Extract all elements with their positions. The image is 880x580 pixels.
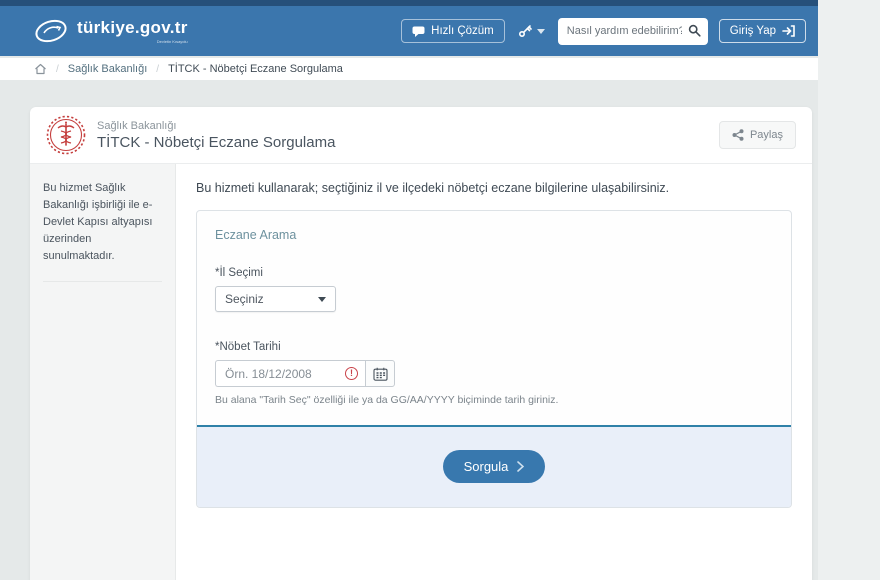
service-description: Bu hizmeti kullanarak; seçtiğiniz il ve … xyxy=(196,181,670,195)
service-provider-info: Bu hizmet Sağlık Bakanlığı işbirliği ile… xyxy=(43,180,162,283)
submit-label: Sorgula xyxy=(463,459,509,474)
chevron-right-icon xyxy=(517,461,525,472)
service-card: Sağlık Bakanlığı TİTCK - Nöbetçi Eczane … xyxy=(30,107,812,580)
share-icon xyxy=(732,129,744,141)
logo-tagline: Devletin Kısayolu xyxy=(156,39,188,44)
help-search xyxy=(557,17,708,45)
warning-icon: ! xyxy=(345,367,358,380)
province-select[interactable]: Seçiniz xyxy=(215,286,336,312)
duty-date-input[interactable] xyxy=(215,360,365,387)
accessibility-key-menu[interactable] xyxy=(516,20,547,42)
login-button[interactable]: Giriş Yap xyxy=(718,19,806,43)
search-icon[interactable] xyxy=(688,24,701,37)
breadcrumb-item-saglik-bakanligi[interactable]: Sağlık Bakanlığı xyxy=(68,63,148,75)
turkiye-gov-tr-logo[interactable]: türkiye.gov.tr Devletin Kısayolu xyxy=(34,18,188,44)
breadcrumb-separator: / xyxy=(56,63,59,75)
query-submit-button[interactable]: Sorgula xyxy=(442,450,546,483)
share-label: Paylaş xyxy=(749,129,783,141)
home-icon[interactable] xyxy=(34,63,47,75)
calendar-icon xyxy=(372,367,388,381)
help-search-input[interactable] xyxy=(557,17,708,45)
breadcrumb: / Sağlık Bakanlığı / TİTCK - Nöbetçi Ecz… xyxy=(0,58,818,80)
edevlet-swirl-icon xyxy=(34,18,68,44)
date-picker-button[interactable] xyxy=(365,360,395,387)
chevron-down-icon xyxy=(318,296,326,302)
page-title: TİTCK - Nöbetçi Eczane Sorgulama xyxy=(97,133,336,151)
key-icon xyxy=(518,24,532,38)
province-select-value: Seçiniz xyxy=(225,292,264,306)
service-main: Bu hizmeti kullanarak; seçtiğiniz il ve … xyxy=(176,164,812,580)
service-ministry-name: Sağlık Bakanlığı xyxy=(97,119,177,132)
chevron-down-icon xyxy=(536,28,545,34)
login-arrow-icon xyxy=(782,25,795,37)
share-button[interactable]: Paylaş xyxy=(718,121,796,149)
duty-date-label: *Nöbet Tarihi xyxy=(215,341,281,353)
province-label: *İl Seçimi xyxy=(215,267,263,279)
breadcrumb-item-current: TİTCK - Nöbetçi Eczane Sorgulama xyxy=(168,63,343,75)
quick-solution-label: Hızlı Çözüm xyxy=(431,25,494,37)
login-label: Giriş Yap xyxy=(729,25,776,37)
logo-text: türkiye.gov.tr xyxy=(77,18,188,37)
duty-date-hint: Bu alana "Tarih Seç" özelliği ile ya da … xyxy=(215,394,559,406)
speech-bubble-icon xyxy=(412,26,425,37)
health-ministry-logo xyxy=(46,115,86,155)
quick-solution-button[interactable]: Hızlı Çözüm xyxy=(401,19,505,43)
form-title: Eczane Arama xyxy=(215,228,297,242)
top-navbar: türkiye.gov.tr Devletin Kısayolu Hızlı Ç… xyxy=(0,0,818,56)
breadcrumb-separator: / xyxy=(156,63,160,75)
service-card-header: Sağlık Bakanlığı TİTCK - Nöbetçi Eczane … xyxy=(30,107,812,164)
pharmacy-search-form: Eczane Arama *İl Seçimi Seçiniz *Nöbet T… xyxy=(196,210,792,508)
form-footer: Sorgula xyxy=(197,425,791,507)
service-sidebar: Bu hizmet Sağlık Bakanlığı işbirliği ile… xyxy=(30,164,176,580)
page-viewport: türkiye.gov.tr Devletin Kısayolu Hızlı Ç… xyxy=(0,0,818,580)
